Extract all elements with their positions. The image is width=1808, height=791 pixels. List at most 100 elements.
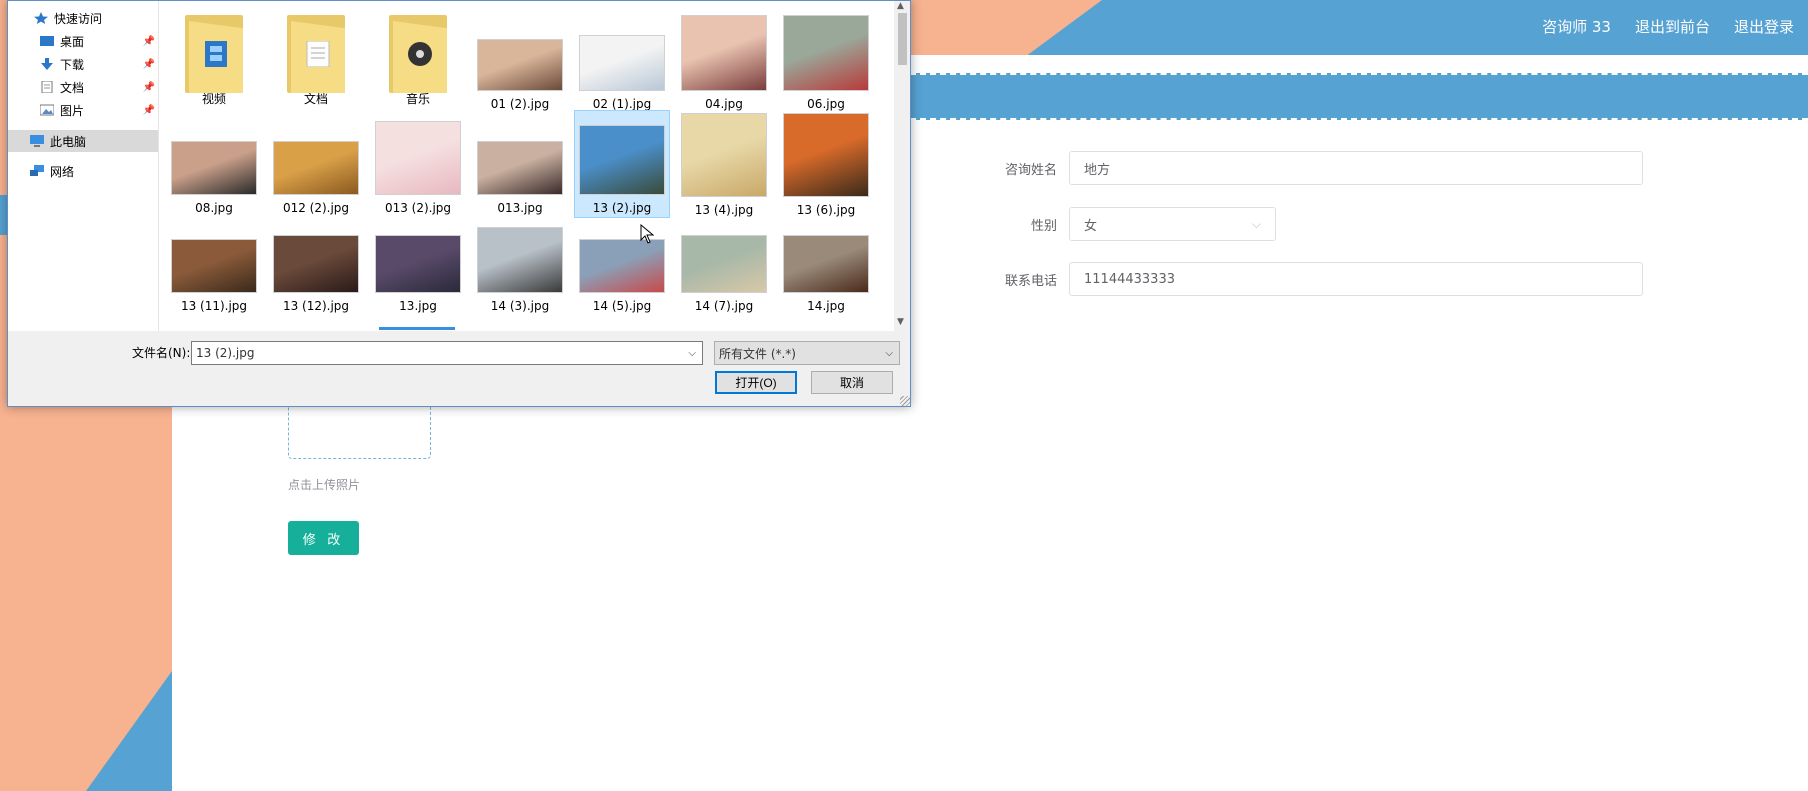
file-item[interactable]: 01 (2).jpg <box>473 7 567 111</box>
folder-item[interactable]: 文档 <box>269 7 363 107</box>
file-item[interactable]: 14 (7).jpg <box>677 209 771 315</box>
file-item[interactable]: 013 (2).jpg <box>371 111 465 217</box>
folder-icon <box>287 15 345 93</box>
nav-label: 桌面 <box>60 34 85 49</box>
file-item[interactable]: 012 (2).jpg <box>269 111 363 217</box>
gender-row: 性别 女 ⌵ <box>980 207 1276 241</box>
file-item[interactable]: 013.jpg <box>473 111 567 217</box>
scroll-position-indicator <box>379 327 455 330</box>
gender-value: 女 <box>1084 218 1098 234</box>
file-item[interactable]: 06.jpg <box>779 7 873 111</box>
video-icon <box>205 41 227 67</box>
name-input[interactable]: 地方 <box>1069 151 1643 185</box>
network-icon <box>30 165 44 176</box>
nav-documents[interactable]: 文档 📌 <box>40 76 155 98</box>
file-name: 02 (1).jpg <box>592 97 652 111</box>
file-item[interactable]: 14 (5).jpg <box>575 209 669 315</box>
name-value: 地方 <box>1084 162 1111 178</box>
nav-network[interactable]: 网络 <box>30 160 74 182</box>
user-name-link[interactable]: 咨询师 33 <box>1542 16 1611 37</box>
scrollbar-thumb[interactable] <box>898 13 907 65</box>
phone-input[interactable]: 11144433333 <box>1069 262 1643 296</box>
file-item[interactable]: 13 (11).jpg <box>167 209 261 315</box>
file-item[interactable]: 02 (1).jpg <box>575 7 669 111</box>
document-icon <box>306 41 330 67</box>
back-to-frontend-link[interactable]: 退出到前台 <box>1635 16 1710 37</box>
resize-grip[interactable] <box>900 396 910 406</box>
phone-label: 联系电话 <box>1004 273 1057 289</box>
desktop-icon <box>40 36 54 46</box>
folder-icon <box>185 15 243 93</box>
image-thumbnail <box>375 235 461 293</box>
chevron-down-icon: ⌵ <box>1251 216 1261 231</box>
gender-select[interactable]: 女 ⌵ <box>1069 207 1276 241</box>
nav-quick-access[interactable]: 快速访问 <box>34 7 102 29</box>
gender-label: 性别 <box>1030 218 1057 234</box>
file-name: 14 (5).jpg <box>592 299 652 313</box>
nav-downloads[interactable]: 下载 📌 <box>40 53 155 75</box>
nav-desktop[interactable]: 桌面 📌 <box>40 30 155 52</box>
mouse-cursor-icon <box>640 224 654 244</box>
image-thumbnail <box>681 113 767 197</box>
chevron-down-icon[interactable]: ⌵ <box>688 348 696 359</box>
file-item[interactable]: 14 (3).jpg <box>473 209 567 315</box>
image-thumbnail <box>783 235 869 293</box>
folder-item[interactable]: 音乐 <box>371 7 465 107</box>
image-thumbnail <box>681 235 767 293</box>
nav-label: 网络 <box>50 164 75 179</box>
file-name: 14 (3).jpg <box>490 299 550 313</box>
file-item[interactable]: 08.jpg <box>167 111 261 217</box>
filetype-value: 所有文件 (*.*) <box>719 346 796 361</box>
file-item[interactable]: 13 (6).jpg <box>779 111 873 217</box>
image-thumbnail <box>375 121 461 195</box>
file-item[interactable]: 04.jpg <box>677 7 771 111</box>
pin-icon: 📌 <box>142 58 155 70</box>
image-thumbnail <box>579 35 665 91</box>
file-item[interactable]: 13 (12).jpg <box>269 209 363 315</box>
filetype-select[interactable]: 所有文件 (*.*) ⌵ <box>714 341 900 365</box>
file-open-dialog: 快速访问 桌面 📌 下载 📌 文档 📌 图片 📌 此电脑 网络 视频 文档 音乐… <box>7 0 911 407</box>
logout-link[interactable]: 退出登录 <box>1734 16 1794 37</box>
scroll-up-icon[interactable]: ▲ <box>897 1 904 11</box>
phone-row: 联系电话 11144433333 <box>980 262 1643 296</box>
file-name: 13.jpg <box>399 299 437 313</box>
image-thumbnail <box>171 239 257 293</box>
file-item[interactable]: 14.jpg <box>779 209 873 315</box>
document-icon <box>41 81 53 93</box>
nav-label: 此电脑 <box>50 134 87 149</box>
file-item[interactable]: 13.jpg <box>371 209 465 315</box>
scroll-down-icon[interactable]: ▼ <box>897 317 904 327</box>
image-thumbnail <box>783 15 869 91</box>
open-button[interactable]: 打开(O) <box>715 371 797 394</box>
download-icon <box>41 58 53 70</box>
image-thumbnail <box>273 235 359 293</box>
name-label: 咨询姓名 <box>1004 162 1057 178</box>
nav-this-pc[interactable]: 此电脑 <box>8 130 158 152</box>
image-thumbnail <box>477 227 563 293</box>
cancel-button[interactable]: 取消 <box>811 371 893 394</box>
modify-button[interactable]: 修 改 <box>288 521 359 555</box>
vertical-scrollbar[interactable]: ▲ ▼ <box>894 1 910 331</box>
pin-icon: 📌 <box>142 35 155 47</box>
image-thumbnail <box>681 15 767 91</box>
file-item[interactable]: 13 (2).jpg <box>574 110 670 218</box>
folder-item[interactable]: 视频 <box>167 7 261 107</box>
star-icon <box>34 12 48 24</box>
file-name: 06.jpg <box>807 97 845 111</box>
image-thumbnail <box>579 125 665 195</box>
nav-label: 快速访问 <box>54 11 103 26</box>
header-nav: 咨询师 33 退出到前台 退出登录 <box>1542 0 1794 52</box>
image-thumbnail <box>477 141 563 195</box>
dialog-footer: 文件名(N): 13 (2).jpg ⌵ 所有文件 (*.*) ⌵ 打开(O) … <box>8 331 910 406</box>
image-thumbnail <box>477 39 563 91</box>
nav-pictures[interactable]: 图片 📌 <box>40 99 155 121</box>
file-name: 13 (12).jpg <box>282 299 350 313</box>
file-item[interactable]: 13 (4).jpg <box>677 111 771 217</box>
phone-value: 11144433333 <box>1084 271 1175 287</box>
music-icon <box>408 42 432 66</box>
title-band <box>910 73 1808 120</box>
computer-icon <box>30 135 44 147</box>
image-thumbnail <box>579 239 665 293</box>
filename-input[interactable]: 13 (2).jpg ⌵ <box>191 341 703 365</box>
file-name: 04.jpg <box>705 97 743 111</box>
